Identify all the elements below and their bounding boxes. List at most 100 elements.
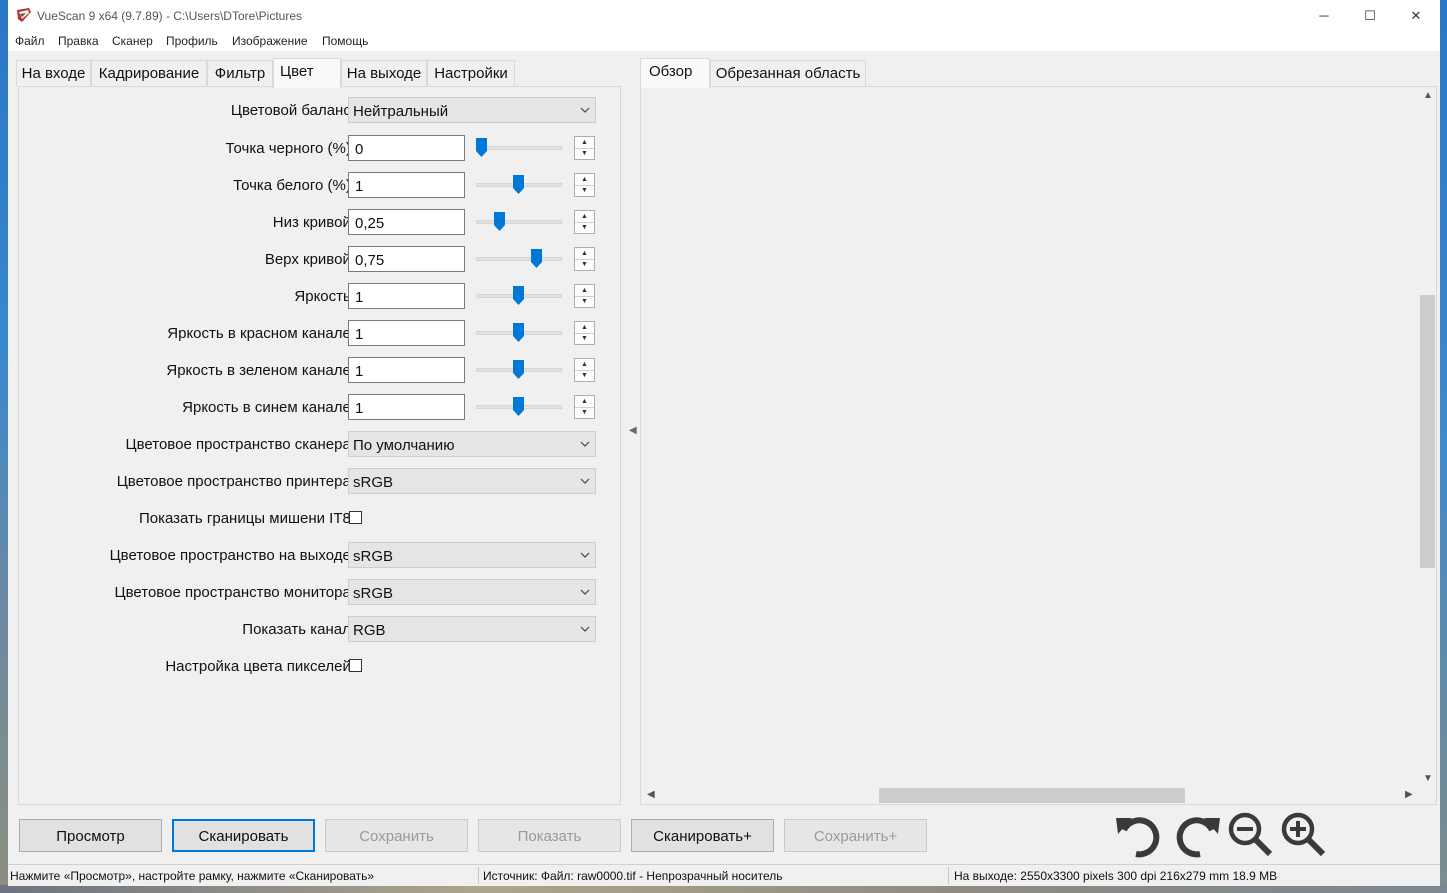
curve-low-slider-thumb[interactable] xyxy=(494,212,505,231)
green-brightness-row: Яркость в зеленом канале: 1 ▲ ▼ xyxy=(19,357,622,383)
color-balance-select[interactable]: Нейтральный xyxy=(348,97,596,123)
arrow-down-icon[interactable]: ▼ xyxy=(575,407,594,418)
pixel-color-setup-checkbox[interactable] xyxy=(349,659,362,672)
green-brightness-input[interactable]: 1 xyxy=(348,357,465,383)
green-brightness-label: Яркость в зеленом канале: xyxy=(166,362,355,379)
black-point-label: Точка черного (%): xyxy=(225,140,356,157)
scan-plus-button[interactable]: Сканировать+ xyxy=(631,819,774,852)
scroll-right-icon[interactable]: ▶ xyxy=(1405,789,1413,800)
white-point-spinner[interactable]: ▲ ▼ xyxy=(574,173,595,197)
scanner-color-space-select[interactable]: По умолчанию xyxy=(348,431,596,457)
curve-high-spinner[interactable]: ▲ ▼ xyxy=(574,247,595,271)
tab-color[interactable]: Цвет xyxy=(273,58,341,88)
maximize-button[interactable]: ☐ xyxy=(1347,0,1393,31)
green-brightness-slider-thumb[interactable] xyxy=(513,360,524,379)
arrow-down-icon[interactable]: ▼ xyxy=(575,222,594,233)
arrow-down-icon[interactable]: ▼ xyxy=(575,259,594,270)
brightness-spinner[interactable]: ▲ ▼ xyxy=(574,284,595,308)
chevron-down-icon xyxy=(580,478,590,484)
menu-help[interactable]: Помощь xyxy=(322,34,368,48)
green-brightness-spinner[interactable]: ▲ ▼ xyxy=(574,358,595,382)
curve-high-input[interactable]: 0,75 xyxy=(348,246,465,272)
curve-high-slider-thumb[interactable] xyxy=(531,249,542,268)
blue-brightness-input[interactable]: 1 xyxy=(348,394,465,420)
vertical-scrollbar[interactable]: ▲ ▼ xyxy=(1419,87,1436,787)
black-point-slider-track[interactable] xyxy=(476,146,562,150)
show-channel-select[interactable]: RGB xyxy=(348,616,596,642)
rotate-left-icon[interactable] xyxy=(1114,810,1164,860)
red-brightness-spinner[interactable]: ▲ ▼ xyxy=(574,321,595,345)
menu-profile[interactable]: Профиль xyxy=(166,34,218,48)
tab-cropped-area[interactable]: Обрезанная область xyxy=(710,60,866,86)
arrow-down-icon[interactable]: ▼ xyxy=(575,185,594,196)
scan-button[interactable]: Сканировать xyxy=(172,819,315,852)
horizontal-scrollbar-thumb[interactable] xyxy=(879,788,1185,803)
collapse-arrow-icon[interactable]: ◀ xyxy=(629,425,637,436)
color-balance-label: Цветовой баланс: xyxy=(230,102,355,119)
scroll-left-icon[interactable]: ◀ xyxy=(647,789,655,800)
menu-edit[interactable]: Правка xyxy=(58,34,99,48)
menu-scanner[interactable]: Сканер xyxy=(112,34,153,48)
window-title: VueScan 9 x64 (9.7.89) - C:\Users\DTore\… xyxy=(37,9,302,23)
show-channel-label: Показать канал: xyxy=(242,621,355,638)
monitor-color-space-row: Цветовое пространство монитора: sRGB xyxy=(19,579,622,605)
chevron-down-icon xyxy=(580,626,590,632)
black-point-spinner[interactable]: ▲ ▼ xyxy=(574,136,595,160)
output-color-space-select[interactable]: sRGB xyxy=(348,542,596,568)
preview-panel: ▲ ▼ ◀ ▶ xyxy=(640,86,1437,805)
show-it8-bounds-row: Показать границы мишени IT8: xyxy=(19,505,622,531)
tab-settings[interactable]: Настройки xyxy=(427,60,515,86)
arrow-down-icon[interactable]: ▼ xyxy=(575,370,594,381)
desktop-background-bottom xyxy=(0,885,1447,893)
zoom-out-icon[interactable] xyxy=(1226,810,1276,860)
vertical-scrollbar-thumb[interactable] xyxy=(1420,295,1435,568)
white-point-input[interactable]: 1 xyxy=(348,172,465,198)
monitor-color-space-label: Цветовое пространство монитора: xyxy=(114,584,355,601)
curve-high-row: Верх кривой: 0,75 ▲ ▼ xyxy=(19,246,622,272)
show-button[interactable]: Показать xyxy=(478,819,621,852)
white-point-slider-thumb[interactable] xyxy=(513,175,524,194)
preview-button[interactable]: Просмотр xyxy=(19,819,162,852)
arrow-down-icon[interactable]: ▼ xyxy=(575,296,594,307)
red-brightness-slider-thumb[interactable] xyxy=(513,323,524,342)
blue-brightness-slider-thumb[interactable] xyxy=(513,397,524,416)
rotate-right-icon[interactable] xyxy=(1172,810,1222,860)
curve-low-spinner[interactable]: ▲ ▼ xyxy=(574,210,595,234)
tab-overview[interactable]: Обзор xyxy=(640,58,710,88)
save-plus-button[interactable]: Сохранить+ xyxy=(784,819,927,852)
menu-image[interactable]: Изображение xyxy=(232,34,308,48)
tab-output[interactable]: На выходе xyxy=(341,60,427,86)
black-point-slider-thumb[interactable] xyxy=(476,138,487,157)
scroll-down-icon[interactable]: ▼ xyxy=(1423,773,1433,784)
red-brightness-input[interactable]: 1 xyxy=(348,320,465,346)
blue-brightness-spinner[interactable]: ▲ ▼ xyxy=(574,395,595,419)
close-button[interactable]: ✕ xyxy=(1393,0,1439,31)
output-color-space-row: Цветовое пространство на выходе: sRGB xyxy=(19,542,622,568)
minimize-button[interactable]: ─ xyxy=(1301,0,1347,31)
title-bar: VueScan 9 x64 (9.7.89) - C:\Users\DTore\… xyxy=(8,0,1440,31)
brightness-row: Яркость: 1 ▲ ▼ xyxy=(19,283,622,309)
brightness-slider-thumb[interactable] xyxy=(513,286,524,305)
curve-low-input[interactable]: 0,25 xyxy=(348,209,465,235)
white-point-label: Точка белого (%): xyxy=(233,177,355,194)
scroll-up-icon[interactable]: ▲ xyxy=(1423,90,1433,101)
curve-low-row: Низ кривой: 0,25 ▲ ▼ xyxy=(19,209,622,235)
curve-high-slider-track[interactable] xyxy=(476,257,562,261)
printer-color-space-select[interactable]: sRGB xyxy=(348,468,596,494)
brightness-label: Яркость: xyxy=(294,288,355,305)
tab-input[interactable]: На входе xyxy=(16,60,91,86)
show-it8-bounds-checkbox[interactable] xyxy=(349,511,362,524)
arrow-down-icon[interactable]: ▼ xyxy=(575,333,594,344)
brightness-input[interactable]: 1 xyxy=(348,283,465,309)
menu-file[interactable]: Файл xyxy=(15,34,45,48)
curve-low-slider-track[interactable] xyxy=(476,220,562,224)
black-point-input[interactable]: 0 xyxy=(348,135,465,161)
monitor-color-space-select[interactable]: sRGB xyxy=(348,579,596,605)
horizontal-scrollbar[interactable]: ◀ ▶ xyxy=(641,787,1421,804)
tab-filter[interactable]: Фильтр xyxy=(207,60,273,86)
output-color-space-label: Цветовое пространство на выходе: xyxy=(109,547,355,564)
save-button[interactable]: Сохранить xyxy=(325,819,468,852)
tab-crop[interactable]: Кадрирование xyxy=(91,60,207,86)
arrow-down-icon[interactable]: ▼ xyxy=(575,148,594,159)
zoom-in-icon[interactable] xyxy=(1279,810,1329,860)
